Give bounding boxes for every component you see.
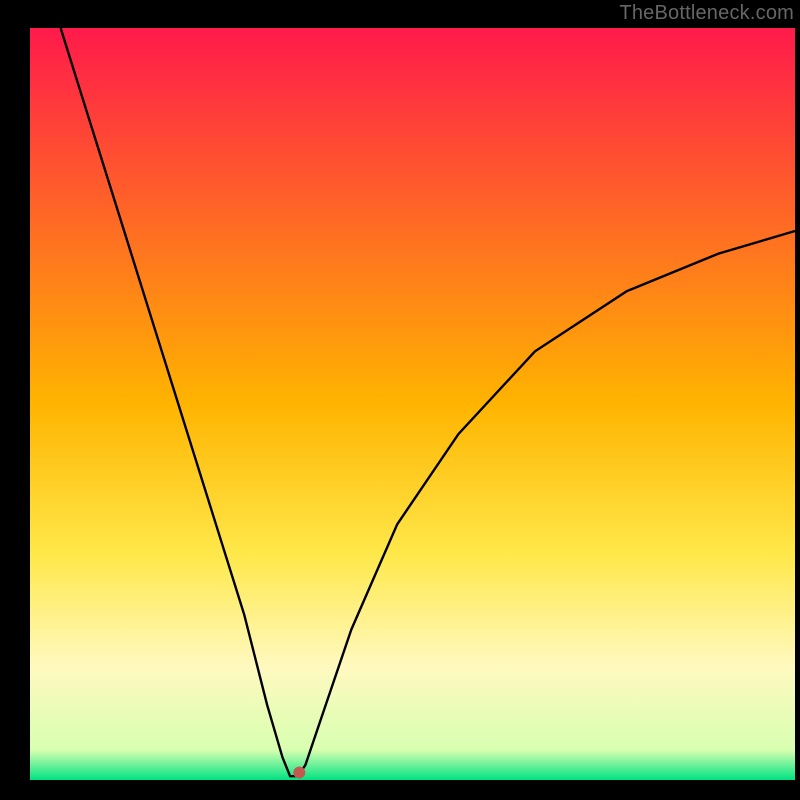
optimum-marker <box>293 766 305 778</box>
watermark-text: TheBottleneck.com <box>619 2 794 25</box>
chart-frame: TheBottleneck.com <box>0 0 800 800</box>
bottleneck-chart <box>0 0 800 800</box>
plot-background <box>30 28 795 780</box>
